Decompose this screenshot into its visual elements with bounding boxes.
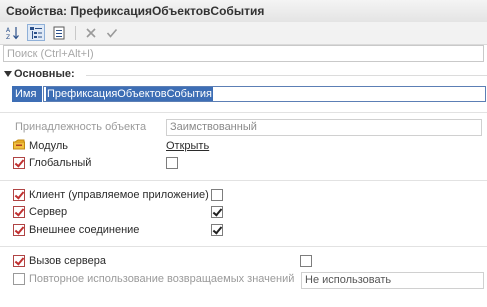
divider (0, 246, 487, 247)
sort-alphabet-icon: A Z (6, 26, 19, 40)
filter-button[interactable] (50, 24, 68, 41)
flag-checked-icon (13, 157, 25, 169)
window-titlebar: Свойства: ПрефиксацияОбъектовСобытия (0, 0, 487, 23)
categories-button[interactable] (27, 24, 45, 41)
checkmark-icon (106, 28, 118, 38)
section-divider (86, 75, 487, 76)
name-value: ПрефиксацияОбъектовСобытия (46, 87, 213, 101)
search-input[interactable] (4, 46, 477, 61)
categories-icon (30, 26, 42, 39)
search-box (3, 45, 484, 62)
ownership-field[interactable]: Заимствованный (166, 119, 482, 136)
ownership-label: Принадлежность объекта (15, 121, 147, 133)
name-field[interactable]: ПрефиксацияОбъектовСобытия (43, 86, 486, 102)
svg-text:A: A (6, 27, 11, 34)
reuse-values-field[interactable]: Не использовать (301, 272, 484, 289)
section-main[interactable]: Основные: (0, 67, 487, 83)
svg-text:Z: Z (6, 34, 10, 40)
toolbar-separator (75, 26, 76, 40)
toolbar: A Z (0, 22, 487, 45)
global-label: Глобальный (29, 157, 92, 169)
module-icon (13, 139, 25, 150)
server-label: Сервер (29, 206, 68, 218)
divider (0, 112, 487, 113)
server-call-label: Вызов сервера (29, 255, 106, 267)
close-icon (86, 27, 96, 38)
global-checkbox[interactable] (166, 157, 178, 169)
server-call-checkbox[interactable] (300, 255, 312, 267)
external-connection-checkbox[interactable] (211, 224, 223, 236)
flag-checked-icon (13, 206, 25, 218)
module-label: Модуль (29, 140, 68, 152)
confirm-button[interactable] (103, 24, 121, 41)
name-label: Имя (12, 86, 42, 102)
client-label: Клиент (управляемое приложение) (29, 189, 209, 201)
open-module-link[interactable]: Открыть (166, 140, 209, 152)
client-checkbox[interactable] (211, 189, 223, 201)
flag-empty-icon (13, 273, 25, 285)
window-title: Свойства: ПрефиксацияОбъектовСобытия (6, 4, 265, 18)
external-connection-label: Внешнее соединение (29, 224, 140, 236)
flag-checked-icon (13, 189, 25, 201)
divider (0, 180, 487, 181)
clear-button[interactable] (82, 24, 100, 41)
flag-checked-icon (13, 255, 25, 267)
sort-alphabet-button[interactable]: A Z (4, 24, 22, 41)
collapse-arrow-icon (4, 71, 12, 77)
filter-list-icon (53, 26, 65, 39)
section-main-label: Основные: (14, 68, 75, 80)
flag-checked-icon (13, 224, 25, 236)
reuse-values-label: Повторное использование возвращаемых зна… (29, 273, 295, 285)
server-checkbox[interactable] (211, 206, 223, 218)
